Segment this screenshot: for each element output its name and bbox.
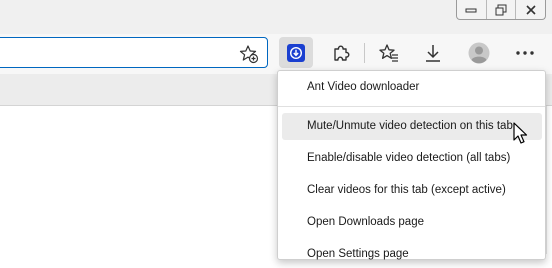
menu-item-enable-disable-all[interactable]: Enable/disable video detection (all tabs… <box>282 145 542 172</box>
profile-button[interactable] <box>462 37 496 68</box>
add-favorite-icon[interactable] <box>239 44 259 64</box>
ant-video-downloader-button[interactable] <box>279 37 313 68</box>
close-button[interactable] <box>516 0 545 19</box>
title-bar <box>0 0 552 34</box>
address-bar[interactable] <box>0 37 268 68</box>
page-scrollbar[interactable] <box>546 106 552 254</box>
menu-item-mute-unmute-tab[interactable]: Mute/Unmute video detection on this tab <box>282 113 542 140</box>
toolbar-divider <box>364 43 365 63</box>
extensions-button[interactable] <box>324 37 358 68</box>
downloads-button[interactable] <box>416 37 450 68</box>
menu-item-clear-videos[interactable]: Clear videos for this tab (except active… <box>282 177 542 204</box>
restore-icon <box>495 4 507 15</box>
close-icon <box>526 4 536 15</box>
mouse-cursor-icon <box>513 122 528 144</box>
extension-menu: Ant Video downloader Mute/Unmute video d… <box>277 70 546 260</box>
window-controls <box>456 0 546 20</box>
extensions-puzzle-icon <box>334 45 350 61</box>
menu-item-open-settings[interactable]: Open Settings page <box>282 241 542 268</box>
restore-button[interactable] <box>487 0 517 19</box>
menu-title: Ant Video downloader <box>307 81 420 93</box>
minimize-icon <box>465 8 477 12</box>
menu-item-open-downloads[interactable]: Open Downloads page <box>282 209 542 236</box>
menu-divider <box>278 106 545 107</box>
favorites-icon <box>379 43 398 62</box>
more-options-icon <box>516 50 534 55</box>
more-options-button[interactable] <box>508 37 542 68</box>
downloads-icon <box>426 44 440 62</box>
ant-video-downloader-icon <box>287 43 305 62</box>
favorites-button[interactable] <box>372 37 406 68</box>
minimize-button[interactable] <box>457 0 487 19</box>
profile-avatar-icon <box>468 42 490 63</box>
browser-toolbar <box>0 34 552 74</box>
